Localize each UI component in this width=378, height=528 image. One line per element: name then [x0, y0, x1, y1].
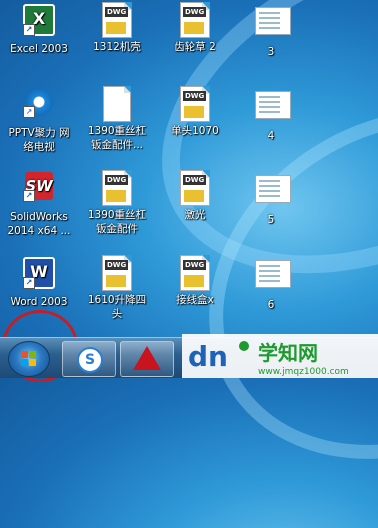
desktop-icon-label: 激光: [184, 209, 206, 221]
desktop-icon-pptv[interactable]: ↗ PPTV聚力 网 络电视: [0, 86, 78, 154]
watermark-url: www.jmqz1000.com: [258, 367, 349, 377]
desktop-icon-excel[interactable]: X ↗ Excel 2003: [0, 2, 78, 56]
excel-icon: X ↗: [23, 4, 55, 36]
desktop-icon-label: Excel 2003: [10, 43, 68, 55]
word-icon: W ↗: [23, 257, 55, 289]
desktop-icon-1390b[interactable]: DWG 1390重丝杠 钣金配件: [78, 170, 156, 236]
desktop-icon-dantou[interactable]: DWG 单头1070: [156, 86, 234, 138]
desktop-icon-shot5[interactable]: 5: [232, 170, 310, 227]
watermark-logo: dn: [188, 340, 228, 373]
desktop-icon-shot4[interactable]: 4: [232, 86, 310, 143]
autocad-icon: [133, 346, 161, 370]
screenshot-thumbnail-icon: [255, 175, 291, 203]
screenshot-thumbnail-icon: [255, 260, 291, 288]
desktop-icon-solidworks[interactable]: SW ↗ SolidWorks 2014 x64 ...: [0, 170, 78, 238]
desktop-icon-1312[interactable]: DWG 1312机壳: [78, 2, 156, 54]
desktop-icon-label: PPTV聚力 网 络电视: [8, 127, 70, 153]
desktop-icon-label: 1390重丝杠 钣金配件...: [87, 125, 147, 151]
taskbar-autocad-button[interactable]: [120, 341, 174, 377]
desktop-icon-label: 3: [267, 46, 275, 58]
desktop-icon-jiexian[interactable]: DWG 接线盒x: [156, 255, 234, 307]
desktop-icon-label: 5: [267, 214, 275, 226]
dwg-file-icon: DWG: [102, 2, 132, 38]
desktop-icon-label: 1390重丝杠 钣金配件: [87, 209, 147, 235]
solidworks-icon: SW ↗: [23, 172, 53, 202]
desktop-icon-label: SolidWorks 2014 x64 ...: [7, 211, 71, 237]
document-file-icon: [103, 86, 131, 122]
desktop-icon-gear[interactable]: DWG 齿轮草 2: [156, 2, 234, 54]
windows-logo-icon: [21, 351, 37, 367]
desktop-icon-1610[interactable]: DWG 1610升降四 头: [78, 255, 156, 321]
dwg-file-icon: DWG: [180, 86, 210, 122]
dwg-file-icon: DWG: [180, 170, 210, 206]
desktop-icon-label: 1610升降四 头: [87, 294, 147, 320]
watermark: dn 学知网 www.jmqz1000.com: [182, 334, 378, 378]
dwg-file-icon: DWG: [102, 255, 132, 291]
taskbar-browser-button[interactable]: S: [62, 341, 116, 377]
desktop-icon-label: 1312机壳: [93, 41, 141, 53]
dwg-file-icon: DWG: [180, 2, 210, 38]
desktop-icon-1390a[interactable]: 1390重丝杠 钣金配件...: [78, 86, 156, 152]
desktop-icon-label: 接线盒x: [176, 294, 214, 306]
dwg-file-icon: DWG: [102, 170, 132, 206]
screenshot-thumbnail-icon: [255, 91, 291, 119]
watermark-title: 学知网: [258, 341, 318, 365]
start-button[interactable]: [8, 341, 50, 377]
desktop-icon-word[interactable]: W ↗ Word 2003: [0, 255, 78, 309]
desktop-icon-label: Word 2003: [10, 296, 68, 308]
desktop-icon-shot3[interactable]: 3: [232, 2, 310, 59]
desktop-icon-label: 单头1070: [171, 125, 219, 137]
dwg-file-icon: DWG: [180, 255, 210, 291]
browser-icon: S: [77, 347, 103, 373]
pptv-icon: ↗: [23, 88, 53, 118]
desktop-icon-jiguang[interactable]: DWG 激光: [156, 170, 234, 222]
screenshot-thumbnail-icon: [255, 7, 291, 35]
desktop-icon-shot6[interactable]: 6: [232, 255, 310, 312]
desktop-icon-label: 6: [267, 299, 275, 311]
desktop-icon-label: 4: [267, 130, 275, 142]
desktop-icon-label: 齿轮草 2: [174, 41, 216, 53]
